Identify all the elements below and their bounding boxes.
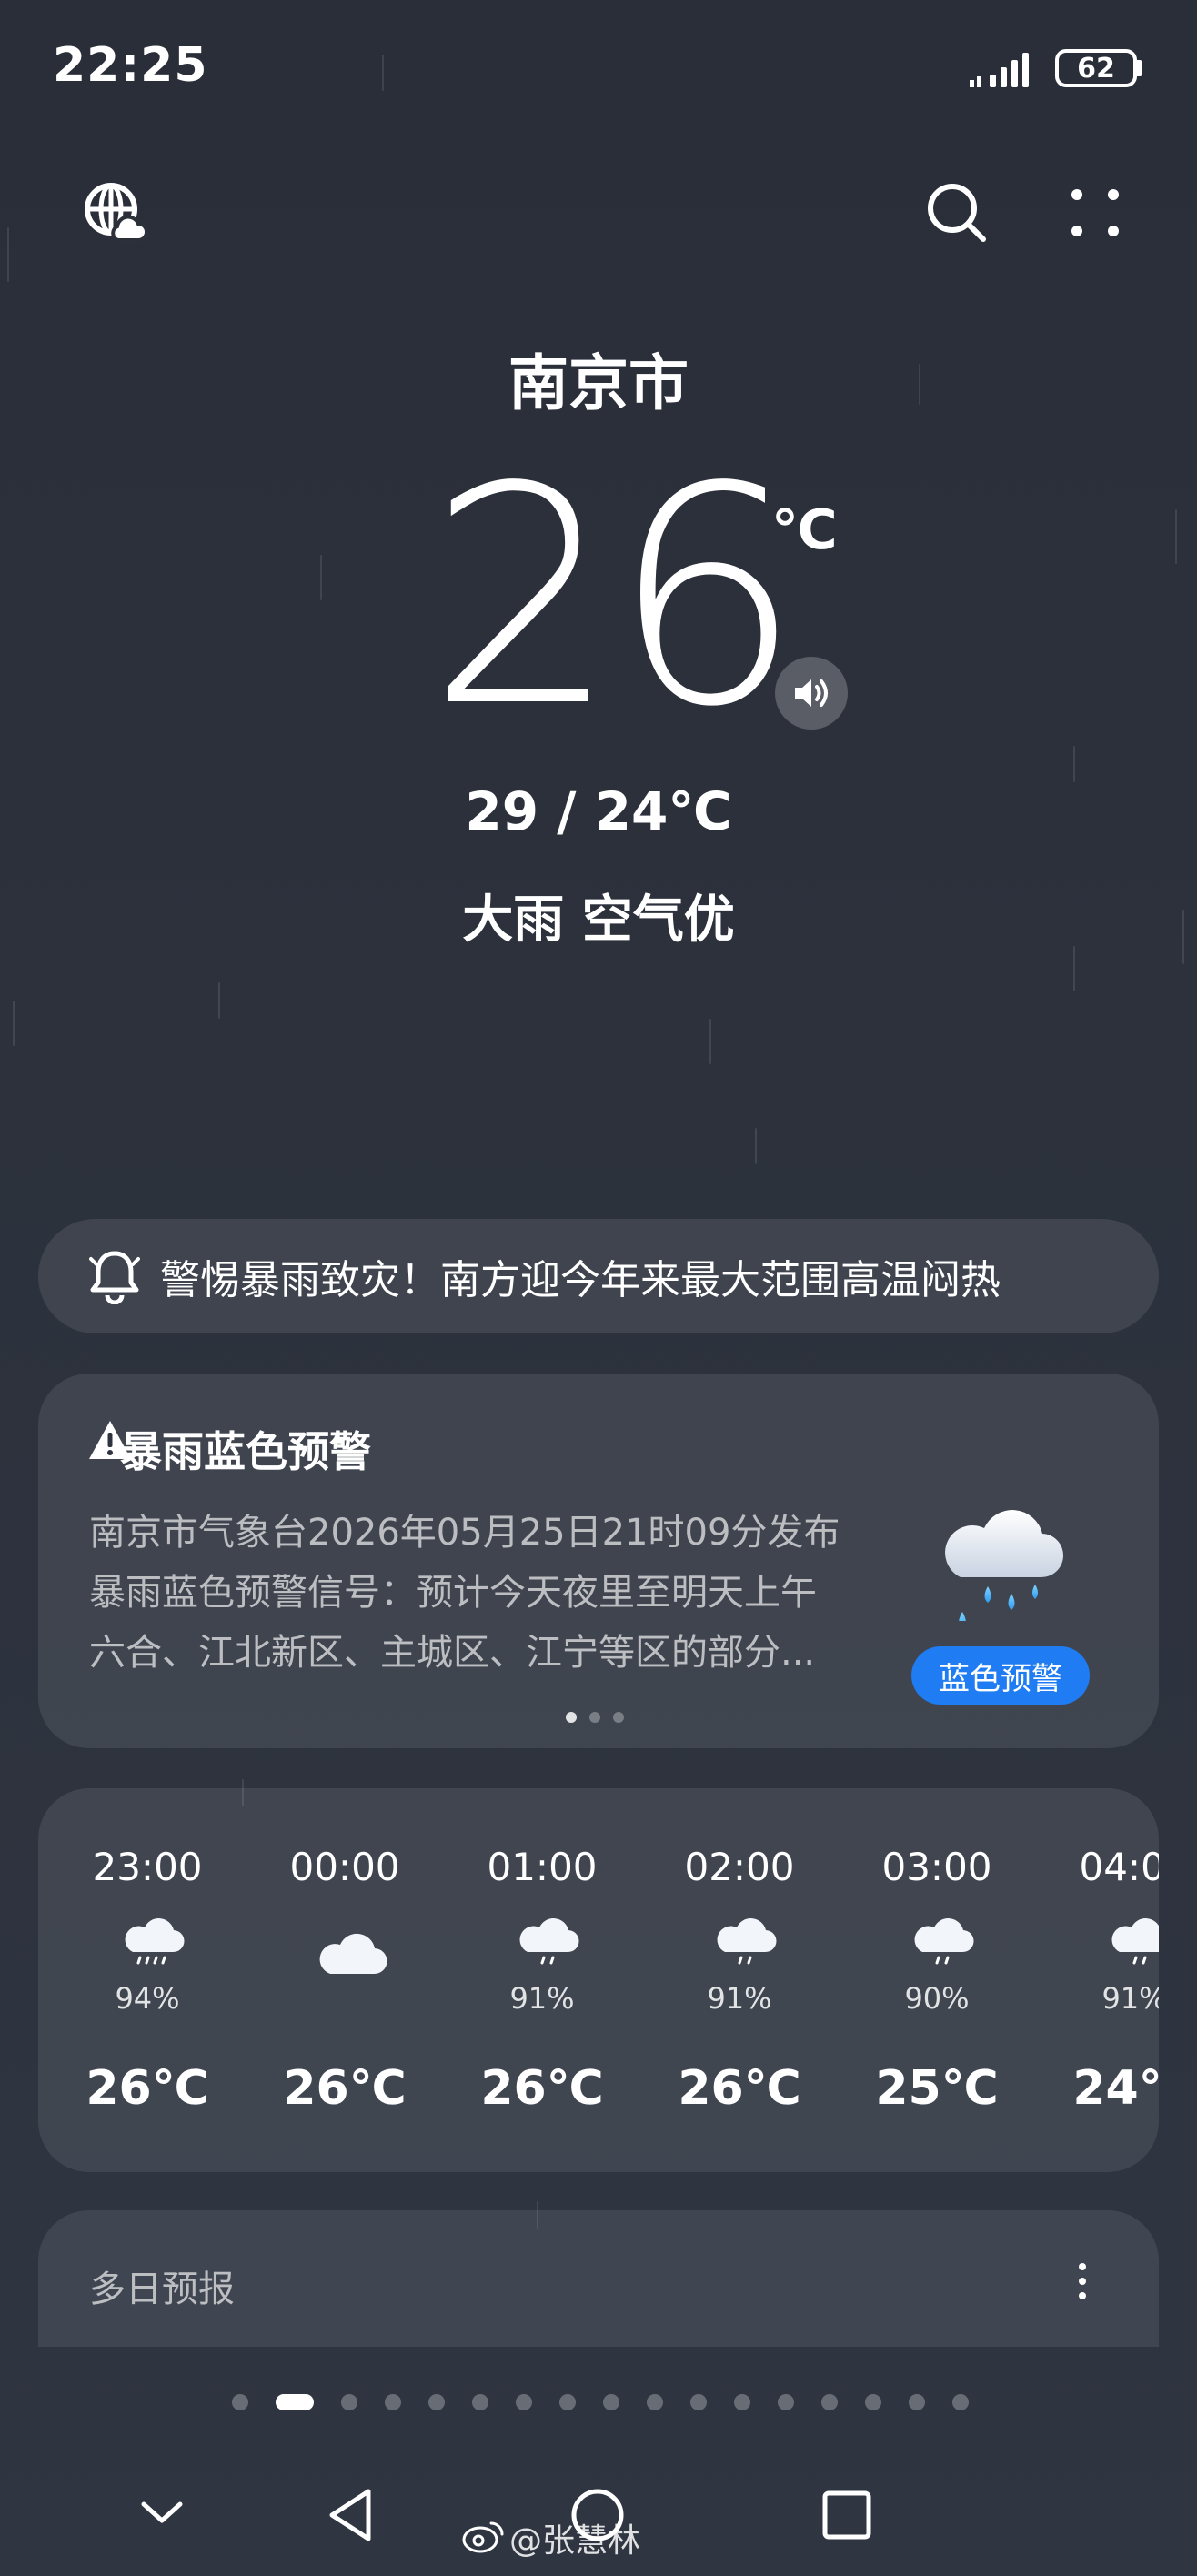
signal-icon bbox=[970, 47, 1042, 91]
pager-dot[interactable] bbox=[952, 2394, 969, 2410]
hour-temperature: 24℃ bbox=[1072, 2061, 1159, 2116]
rain-cloud-icon bbox=[515, 1916, 582, 1970]
battery-nub bbox=[1137, 60, 1142, 76]
more-dots-icon[interactable] bbox=[1061, 178, 1130, 247]
weibo-logo-icon bbox=[462, 2518, 506, 2558]
pager-dot[interactable] bbox=[778, 2394, 794, 2410]
current-temperature: 26 bbox=[428, 423, 802, 772]
alert-line: 南京市气象台2026年05月25日21时09分发布 bbox=[89, 1512, 840, 1554]
city-pager[interactable] bbox=[218, 2394, 982, 2410]
hourly-forecast-card[interactable]: 23:00 94% 26℃ 00:00 26℃ 01:00 91% 26℃ 02… bbox=[38, 1788, 1159, 2172]
pager-dot[interactable] bbox=[821, 2394, 838, 2410]
alert-line: 六合、江北新区、主城区、江宁等区的部分... bbox=[89, 1632, 816, 1674]
high-low-temperature: 29 / 24℃ bbox=[465, 780, 732, 842]
pager-dot[interactable] bbox=[428, 2394, 445, 2410]
globe-cloud-icon[interactable] bbox=[80, 178, 149, 247]
pager-dot[interactable] bbox=[690, 2394, 707, 2410]
pager-dot[interactable] bbox=[734, 2394, 750, 2410]
alert-level-badge[interactable]: 蓝色预警 bbox=[911, 1646, 1090, 1705]
cloud-icon bbox=[317, 1927, 387, 1981]
pager-dot[interactable] bbox=[559, 2394, 576, 2410]
temperature-unit: ℃ bbox=[771, 498, 838, 562]
rain-cloud-icon bbox=[712, 1916, 780, 1970]
alert-line: 暴雨蓝色预警信号：预计今天夜里至明天上午 bbox=[89, 1572, 817, 1614]
precip-probability: 91% bbox=[1101, 1981, 1159, 2016]
hour-time: 03:00 bbox=[881, 1845, 992, 1889]
precip-probability: 90% bbox=[904, 1981, 970, 2016]
hour-time: 04:00 bbox=[1079, 1845, 1159, 1889]
rain-cloud-icon bbox=[1107, 1916, 1159, 1970]
city-name[interactable]: 南京市 bbox=[0, 335, 1197, 422]
search-icon[interactable] bbox=[922, 178, 991, 247]
page-dot[interactable] bbox=[566, 1712, 577, 1723]
precip-probability: 91% bbox=[707, 1981, 772, 2016]
pager-dot[interactable] bbox=[472, 2394, 488, 2410]
pager-dot[interactable] bbox=[603, 2394, 619, 2410]
precip-probability: 91% bbox=[509, 1981, 575, 2016]
nav-collapse-icon[interactable] bbox=[133, 2487, 191, 2538]
bell-icon bbox=[89, 1248, 140, 1304]
news-text: 警惕暴雨致灾！南方迎今年来最大范围高温闷热 bbox=[160, 1257, 1001, 1303]
hour-temperature: 26℃ bbox=[86, 2061, 209, 2116]
hour-temperature: 26℃ bbox=[480, 2061, 604, 2116]
hour-time: 01:00 bbox=[487, 1845, 598, 1889]
alert-title: 暴雨蓝色预警 bbox=[120, 1427, 371, 1476]
hour-time: 23:00 bbox=[92, 1845, 203, 1889]
rain-cloud-icon bbox=[910, 1916, 977, 1970]
status-time: 22:25 bbox=[53, 38, 208, 93]
pager-dot[interactable] bbox=[865, 2394, 881, 2410]
page-dot[interactable] bbox=[613, 1712, 624, 1723]
alert-body: 南京市气象台2026年05月25日21时09分发布 暴雨蓝色预警信号：预计今天夜… bbox=[89, 1503, 862, 1683]
speaker-icon[interactable] bbox=[775, 657, 848, 730]
nav-back-icon[interactable] bbox=[318, 2483, 382, 2547]
pager-dot[interactable] bbox=[232, 2394, 248, 2410]
news-banner[interactable]: 警惕暴雨致灾！南方迎今年来最大范围高温闷热 bbox=[38, 1219, 1159, 1333]
alert-page-dots[interactable] bbox=[566, 1712, 624, 1723]
precip-probability: 94% bbox=[115, 1981, 180, 2016]
pager-dot[interactable] bbox=[516, 2394, 532, 2410]
watermark-text: @张慧林 bbox=[509, 2522, 641, 2560]
pager-dot[interactable] bbox=[341, 2394, 357, 2410]
hour-temperature: 26℃ bbox=[283, 2061, 407, 2116]
more-vertical-icon[interactable] bbox=[1062, 2256, 1102, 2307]
multi-day-title: 多日预报 bbox=[89, 2269, 235, 2310]
pager-dot-active[interactable] bbox=[276, 2394, 314, 2410]
pager-dot[interactable] bbox=[909, 2394, 925, 2410]
rain-cloud-icon bbox=[933, 1494, 1070, 1631]
rain-cloud-icon bbox=[120, 1916, 187, 1970]
battery-indicator: 62 bbox=[1055, 49, 1137, 87]
pager-dot[interactable] bbox=[647, 2394, 663, 2410]
page-dot[interactable] bbox=[589, 1712, 600, 1723]
nav-recents-icon[interactable] bbox=[815, 2483, 879, 2547]
hour-temperature: 25℃ bbox=[875, 2061, 999, 2116]
hour-temperature: 26℃ bbox=[678, 2061, 801, 2116]
pager-dot[interactable] bbox=[385, 2394, 401, 2410]
hour-time: 00:00 bbox=[289, 1845, 400, 1889]
hour-time: 02:00 bbox=[684, 1845, 795, 1889]
weather-condition: 大雨 空气优 bbox=[462, 891, 735, 950]
